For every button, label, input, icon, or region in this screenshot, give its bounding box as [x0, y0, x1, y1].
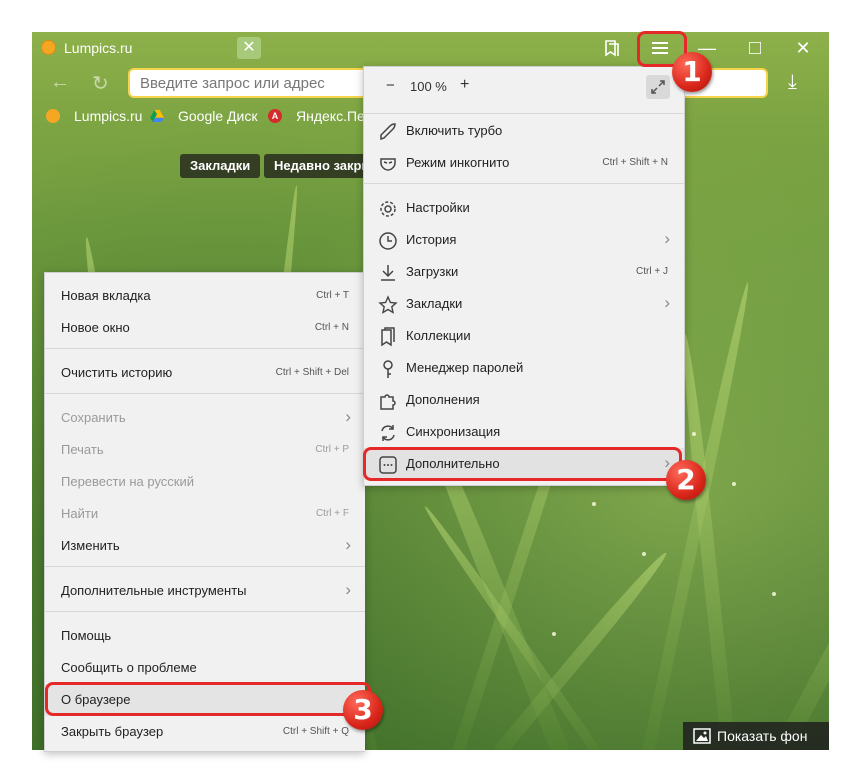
expand-diagonal-icon	[651, 80, 665, 94]
chevron-right-icon: ›	[345, 535, 351, 554]
callout-about-item	[45, 682, 371, 716]
menu-history[interactable]: История ›	[364, 224, 684, 256]
show-background-label: Показать фон	[717, 728, 808, 744]
key-icon	[383, 360, 393, 378]
tab-title[interactable]: Lumpics.ru	[64, 40, 132, 56]
sync-icon	[381, 425, 395, 441]
zoom-out-button[interactable]: −	[386, 77, 395, 94]
puzzle-icon	[380, 394, 396, 410]
menu-downloads[interactable]: Загрузки Ctrl + J	[364, 256, 684, 288]
chevron-right-icon: ›	[345, 580, 351, 599]
chevron-right-icon: ›	[345, 407, 351, 426]
collections-icon	[381, 327, 395, 347]
submenu-close-browser[interactable]: Закрыть браузер Ctrl + Shift + Q	[45, 716, 365, 748]
tab-close-button[interactable]: ✕	[237, 37, 261, 59]
chevron-right-icon: ›	[664, 229, 670, 248]
submenu-translate[interactable]: Перевести на русский	[45, 466, 365, 498]
show-background-button[interactable]: Показать фон	[683, 722, 829, 750]
site-favicon-icon	[41, 40, 56, 55]
rocket-icon	[380, 123, 396, 141]
collections-button[interactable]	[598, 36, 626, 60]
menu-settings[interactable]: Настройки	[364, 192, 684, 224]
menu-sync[interactable]: Синхронизация	[364, 416, 684, 448]
bookmark-google-drive[interactable]: Google Диск	[178, 108, 257, 124]
submenu-more-tools[interactable]: Дополнительные инструменты ›	[45, 575, 365, 607]
back-arrow-icon[interactable]: ←	[50, 71, 70, 94]
menu-incognito[interactable]: Режим инкогнито Ctrl + Shift + N	[364, 147, 684, 179]
more-submenu: Новая вкладка Ctrl + T Новое окно Ctrl +…	[44, 272, 365, 752]
reload-icon[interactable]: ↻	[92, 71, 109, 96]
submenu-help[interactable]: Помощь	[45, 620, 365, 652]
star-icon	[378, 295, 398, 314]
fullscreen-button[interactable]	[646, 75, 670, 99]
divider	[45, 348, 365, 349]
yandex-translate-icon: A	[268, 109, 282, 123]
bookmark-stack-icon	[605, 40, 619, 57]
divider	[364, 183, 684, 184]
step-badge-3: 3	[343, 690, 383, 730]
submenu-new-window[interactable]: Новое окно Ctrl + N	[45, 312, 365, 344]
zoom-in-button[interactable]: +	[460, 76, 469, 94]
bookmark-yandex[interactable]: Яндекс.Пер	[296, 108, 373, 124]
submenu-print[interactable]: Печать Ctrl + P	[45, 434, 365, 466]
submenu-edit[interactable]: Изменить ›	[45, 530, 365, 562]
google-drive-icon	[150, 109, 164, 123]
gear-icon	[380, 201, 396, 217]
divider	[364, 113, 684, 114]
orange-circle-icon	[46, 109, 60, 123]
address-placeholder: Введите запрос или адрес	[140, 75, 325, 92]
submenu-new-tab[interactable]: Новая вкладка Ctrl + T	[45, 280, 365, 312]
image-icon	[693, 728, 711, 744]
submenu-find[interactable]: Найти Ctrl + F	[45, 498, 365, 530]
clock-icon	[379, 232, 397, 250]
zoom-value: 100 %	[410, 79, 447, 94]
submenu-report-problem[interactable]: Сообщить о проблеме	[45, 652, 365, 684]
newtab-bookmarks-button[interactable]: Закладки	[180, 154, 261, 178]
menu-bookmarks[interactable]: Закладки ›	[364, 288, 684, 320]
divider	[45, 393, 365, 394]
maximize-button[interactable]: □	[741, 36, 769, 60]
menu-collections[interactable]: Коллекции	[364, 320, 684, 352]
divider	[45, 611, 365, 612]
bookmark-lumpics[interactable]: Lumpics.ru	[74, 108, 142, 124]
main-menu: − 100 % + Включить турбо Режим инкогнито…	[363, 66, 685, 486]
zoom-row: − 100 % +	[364, 67, 684, 107]
download-arrow-icon[interactable]: ⤓	[788, 71, 797, 94]
close-window-button[interactable]: ✕	[789, 36, 817, 60]
chevron-right-icon: ›	[664, 293, 670, 312]
step-badge-1: 1	[672, 52, 712, 92]
divider	[45, 566, 365, 567]
callout-more-item	[363, 447, 682, 481]
menu-extensions[interactable]: Дополнения	[364, 384, 684, 416]
incognito-mask-icon	[380, 158, 396, 171]
menu-turbo[interactable]: Включить турбо	[364, 115, 684, 147]
download-icon	[381, 265, 395, 281]
menu-password-manager[interactable]: Менеджер паролей	[364, 352, 684, 384]
step-badge-2: 2	[666, 460, 706, 500]
title-bar: Lumpics.ru ✕ — □ ✕	[32, 32, 829, 64]
submenu-clear-history[interactable]: Очистить историю Ctrl + Shift + Del	[45, 357, 365, 389]
submenu-save[interactable]: Сохранить ›	[45, 402, 365, 434]
